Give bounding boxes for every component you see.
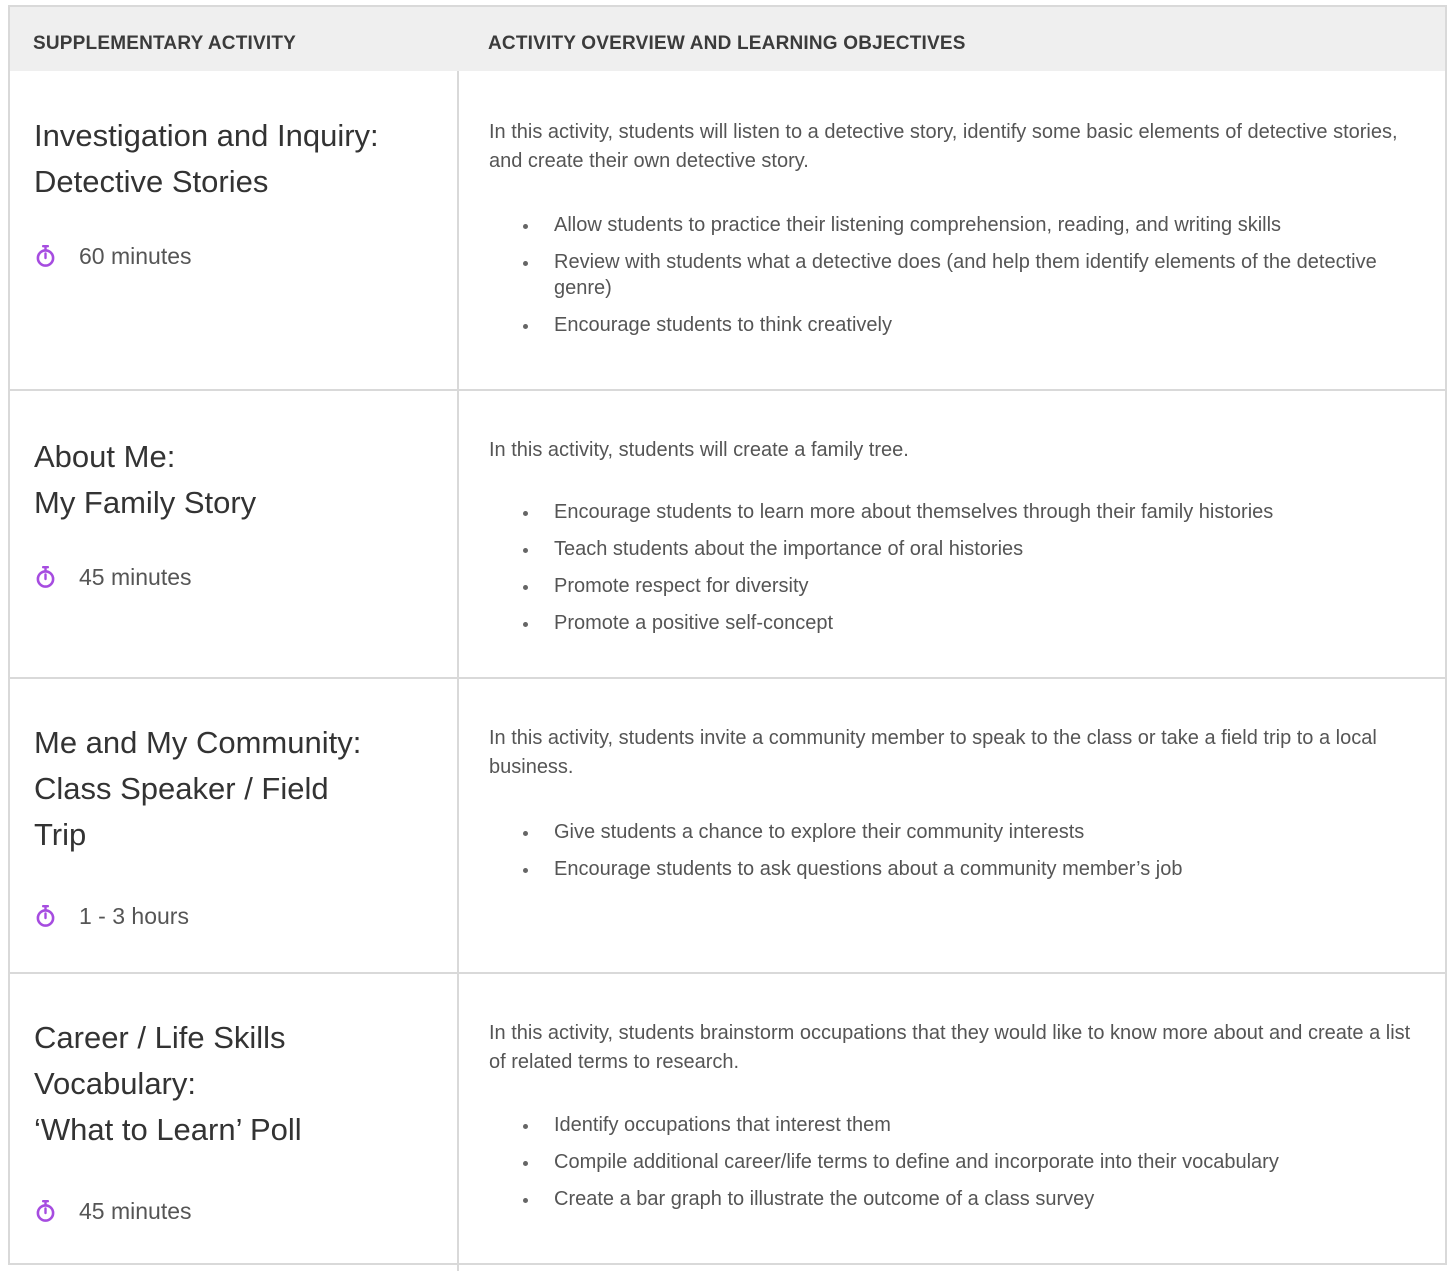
activity-title-line: Career / Life Skills: [34, 1020, 286, 1055]
duration-text: 1 - 3 hours: [79, 902, 189, 929]
objective-item: Give students a chance to explore their …: [520, 819, 1420, 845]
activity-title-line: Investigation and Inquiry:: [34, 118, 379, 153]
duration-text: 60 minutes: [79, 242, 192, 269]
activity-title-line: Me and My Community:: [34, 725, 362, 760]
column-divider: [457, 71, 459, 1271]
activity-overview: In this activity, students will listen t…: [489, 121, 1398, 172]
activity-duration: 45 minutes: [36, 564, 192, 590]
activity-duration: 1 - 3 hours: [36, 903, 189, 929]
activity-title: Me and My Community: Class Speaker / Fie…: [34, 720, 434, 858]
stopwatch-icon: [36, 905, 55, 927]
stopwatch-icon: [36, 245, 55, 267]
objective-item: Promote a positive self-concept: [520, 610, 1420, 636]
activity-title: Investigation and Inquiry: Detective Sto…: [34, 113, 434, 205]
objective-item: Allow students to practice their listeni…: [520, 212, 1420, 238]
objective-item: Review with students what a detective do…: [520, 249, 1420, 301]
objective-item: Promote respect for diversity: [520, 573, 1420, 599]
activity-overview: In this activity, students invite a comm…: [489, 727, 1377, 778]
activity-title: Career / Life Skills Vocabulary: ‘What t…: [34, 1015, 434, 1153]
row-divider: [10, 972, 1445, 974]
activity-title-line: My Family Story: [34, 485, 257, 520]
objectives-list: Give students a chance to explore their …: [520, 819, 1420, 893]
objectives-list: Identify occupations that interest them …: [520, 1112, 1420, 1223]
duration-text: 45 minutes: [79, 1197, 192, 1224]
activity-title-line: Trip: [34, 817, 87, 852]
objectives-list: Allow students to practice their listeni…: [520, 212, 1420, 349]
activity-overview: In this activity, students will create a…: [489, 439, 909, 461]
objective-item: Compile additional career/life terms to …: [520, 1149, 1420, 1175]
row-divider: [10, 389, 1445, 391]
duration-text: 45 minutes: [79, 563, 192, 590]
objective-item: Create a bar graph to illustrate the out…: [520, 1186, 1420, 1212]
activity-overview: In this activity, students brainstorm oc…: [489, 1022, 1411, 1073]
activity-title-line: Class Speaker / Field: [34, 771, 329, 806]
activity-title: About Me: My Family Story: [34, 434, 434, 526]
activity-title-line: ‘What to Learn’ Poll: [34, 1112, 302, 1147]
objectives-list: Encourage students to learn more about t…: [520, 499, 1420, 647]
activity-title-line: Vocabulary:: [34, 1066, 196, 1101]
objective-item: Encourage students to think creatively: [520, 312, 1420, 338]
objective-item: Encourage students to learn more about t…: [520, 499, 1420, 525]
objective-item: Identify occupations that interest them: [520, 1112, 1420, 1138]
activity-duration: 45 minutes: [36, 1198, 192, 1224]
activity-title-line: Detective Stories: [34, 164, 269, 199]
header-supplementary-activity: SUPPLEMENTARY ACTIVITY: [33, 33, 297, 54]
stopwatch-icon: [36, 1200, 55, 1222]
header-overview-objectives: ACTIVITY OVERVIEW AND LEARNING OBJECTIVE…: [488, 33, 966, 54]
row-divider: [10, 677, 1445, 679]
activity-duration: 60 minutes: [36, 243, 192, 269]
activity-title-line: About Me:: [34, 439, 176, 474]
objective-item: Teach students about the importance of o…: [520, 536, 1420, 562]
activities-table: SUPPLEMENTARY ACTIVITY ACTIVITY OVERVIEW…: [8, 5, 1447, 1271]
objective-item: Encourage students to ask questions abou…: [520, 856, 1420, 882]
table-header: SUPPLEMENTARY ACTIVITY ACTIVITY OVERVIEW…: [10, 7, 1445, 71]
stopwatch-icon: [36, 566, 55, 588]
